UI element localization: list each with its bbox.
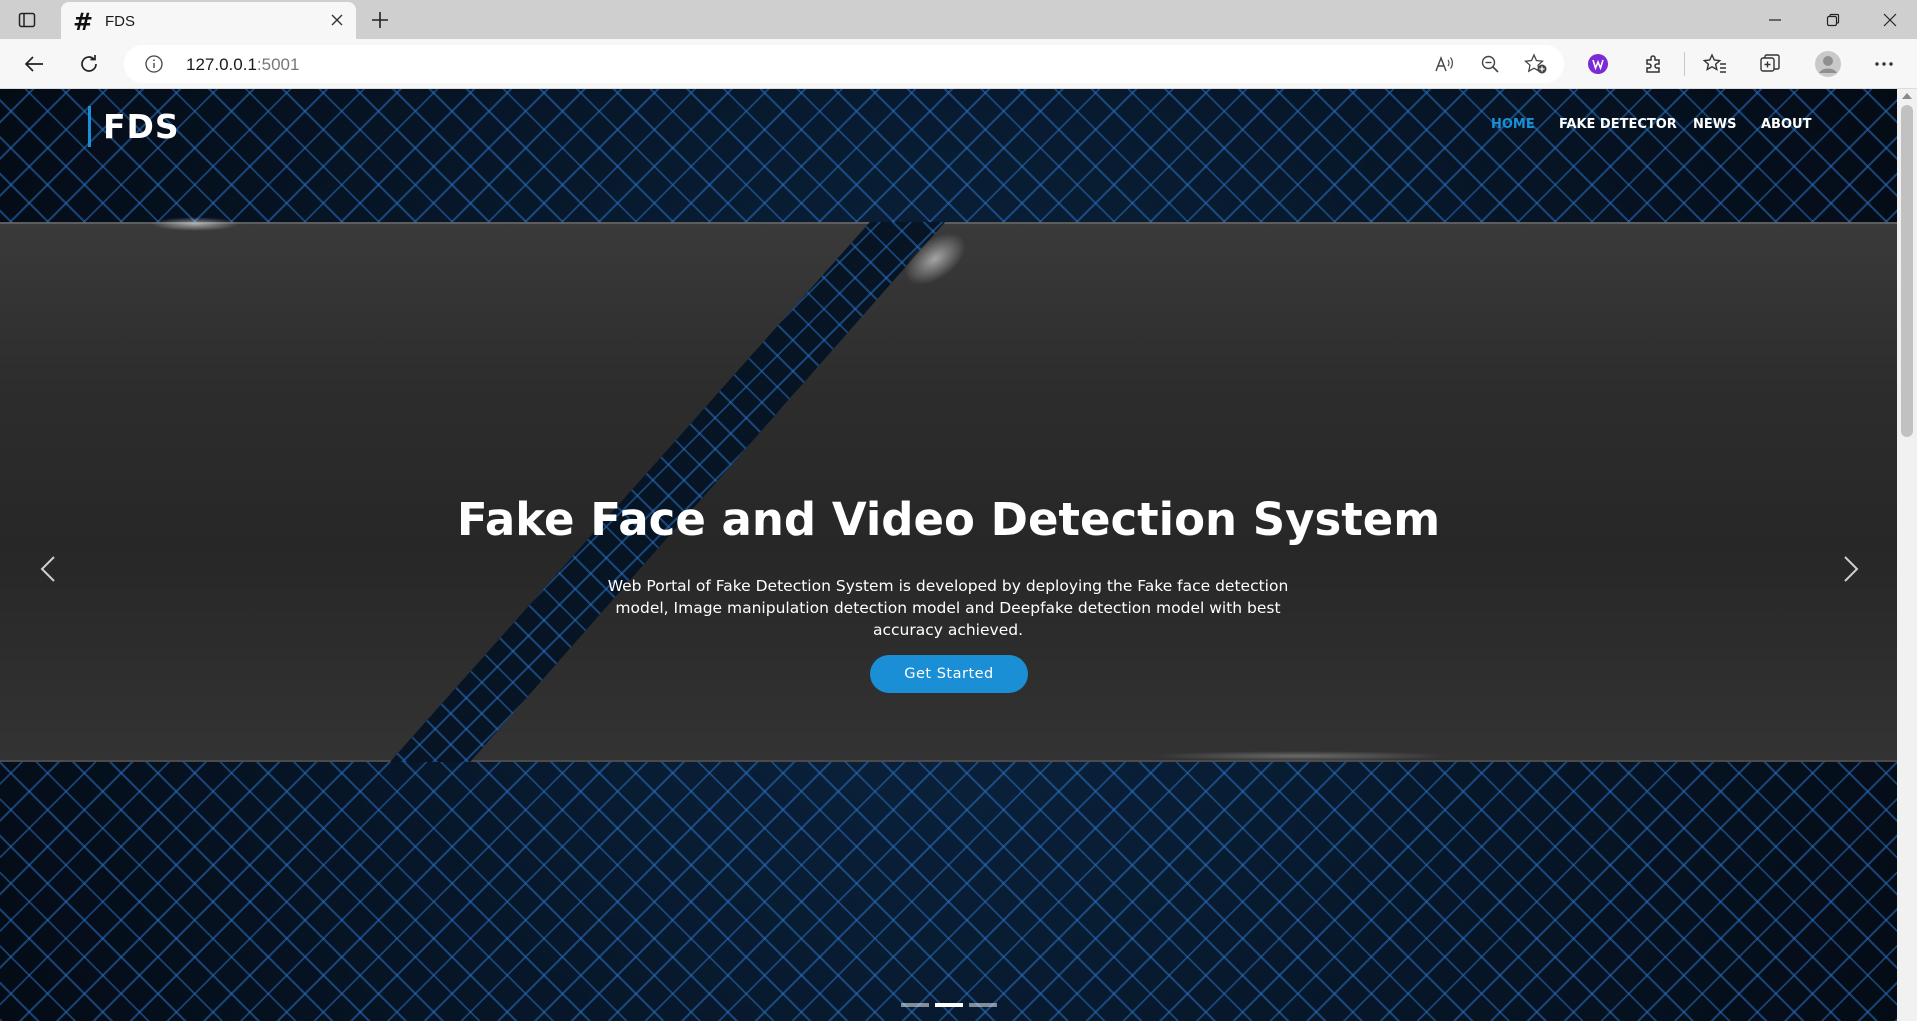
scroll-up-arrow[interactable]	[1902, 93, 1912, 99]
tab-title: FDS	[105, 13, 135, 30]
hero-section: FDS HOME FAKE DETECTOR NEWS ABOUT Fake F…	[0, 89, 1897, 1021]
carousel-prev-button[interactable]	[32, 545, 64, 593]
close-window-icon[interactable]	[1862, 0, 1917, 39]
profile-icon[interactable]	[1812, 48, 1844, 80]
page-scrollbar[interactable]	[1897, 89, 1917, 1021]
url-port: :5001	[256, 55, 300, 74]
extensions-icon[interactable]	[1638, 48, 1670, 80]
carousel-next-button[interactable]	[1835, 545, 1867, 593]
refresh-icon[interactable]	[73, 48, 105, 80]
nav-news[interactable]: NEWS	[1693, 117, 1736, 132]
more-icon[interactable]	[1868, 48, 1900, 80]
browser-tab-bar: # FDS	[0, 0, 1917, 39]
highlight	[150, 217, 240, 231]
back-icon[interactable]	[18, 48, 50, 80]
carousel-indicators	[901, 1003, 997, 1007]
add-favorite-icon[interactable]	[1522, 50, 1550, 78]
carousel-indicator-1[interactable]	[901, 1003, 929, 1007]
highlight	[1150, 751, 1450, 761]
chevron-left-icon	[40, 556, 55, 582]
info-icon[interactable]	[144, 54, 164, 74]
hero-description: Web Portal of Fake Detection System is d…	[607, 577, 1289, 639]
read-aloud-icon[interactable]	[1431, 50, 1459, 78]
collections-icon[interactable]	[1754, 48, 1786, 80]
chevron-right-icon	[1844, 556, 1859, 582]
carousel-indicator-3[interactable]	[969, 1003, 997, 1007]
get-started-button[interactable]: Get Started	[870, 655, 1028, 693]
hash-icon: #	[73, 8, 94, 36]
favorites-icon[interactable]	[1699, 48, 1731, 80]
zoom-out-icon[interactable]	[1476, 50, 1504, 78]
tab-actions-icon[interactable]	[16, 9, 38, 31]
extension-icon[interactable]	[1582, 48, 1614, 80]
site-logo[interactable]: FDS	[88, 106, 180, 147]
nav-fake-detector[interactable]: FAKE DETECTOR	[1559, 117, 1677, 132]
plus-icon[interactable]	[368, 8, 392, 32]
minimize-icon[interactable]	[1747, 0, 1803, 39]
nav-home[interactable]: HOME	[1491, 117, 1535, 132]
browser-tab[interactable]: # FDS	[61, 2, 356, 39]
browser-toolbar: 127.0.0.1:5001	[0, 39, 1917, 89]
url-text[interactable]: 127.0.0.1:5001	[186, 55, 299, 75]
close-icon[interactable]	[327, 10, 347, 30]
nav-about[interactable]: ABOUT	[1761, 117, 1811, 132]
address-bar[interactable]: 127.0.0.1:5001	[124, 45, 1564, 83]
carousel-indicator-2[interactable]	[935, 1003, 963, 1007]
toolbar-separator	[1684, 52, 1685, 76]
scroll-thumb[interactable]	[1901, 105, 1913, 437]
restore-icon[interactable]	[1805, 0, 1861, 39]
hero-title: Fake Face and Video Detection System	[456, 493, 1441, 546]
url-host: 127.0.0.1	[186, 55, 257, 74]
